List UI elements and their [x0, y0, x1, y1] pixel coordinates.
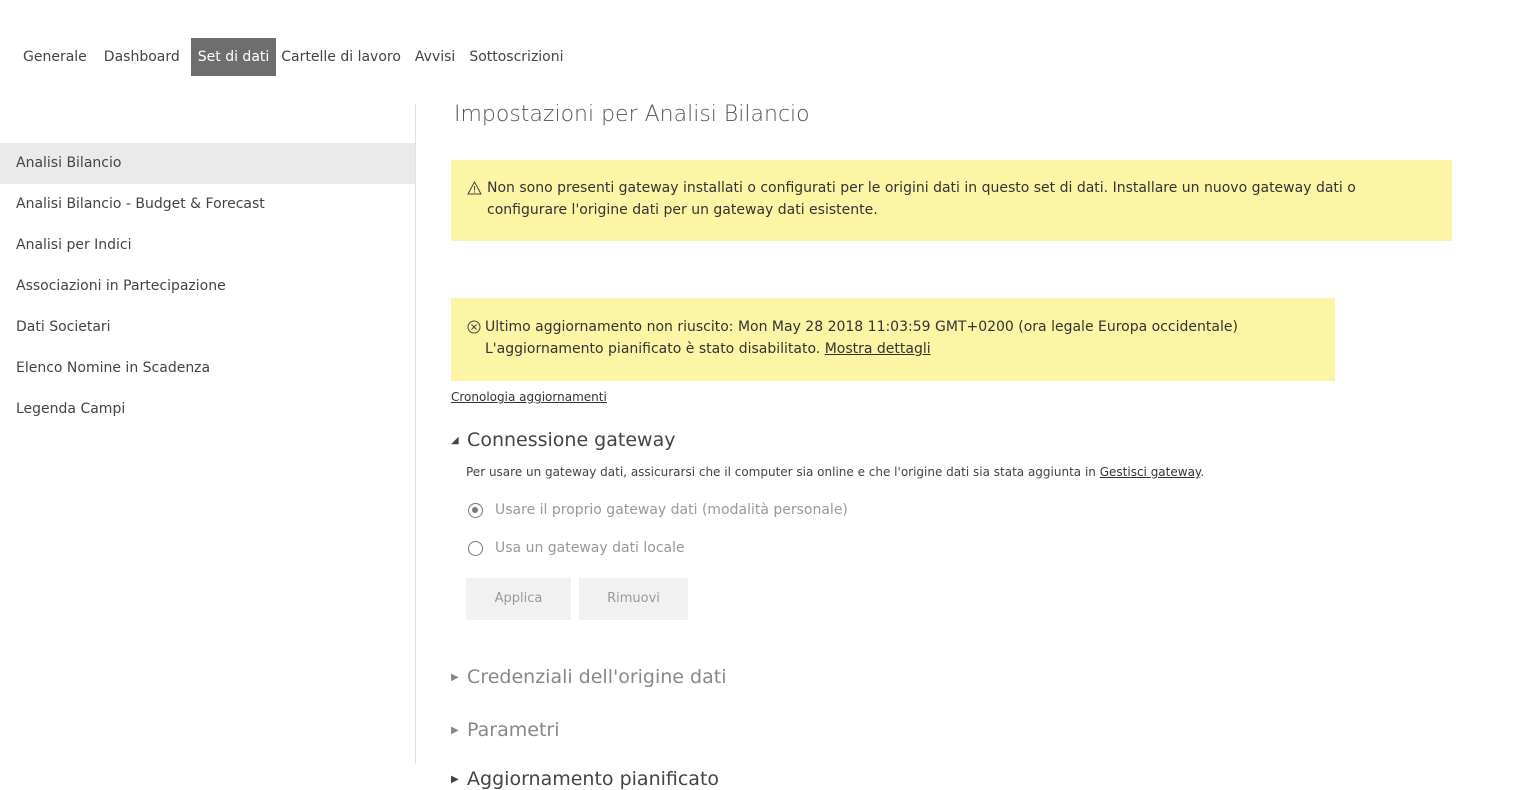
- collapsed-triangle-icon: ▶: [451, 725, 459, 736]
- sidebar-item-elenco-nomine[interactable]: Elenco Nomine in Scadenza: [0, 348, 415, 389]
- apply-button[interactable]: Applica: [466, 578, 571, 620]
- error-line-2-text: L'aggiornamento pianificato è stato disa…: [485, 341, 821, 357]
- refresh-error-banner: Ultimo aggiornamento non riuscito: Mon M…: [451, 298, 1335, 381]
- sidebar-item-budget-forecast[interactable]: Analisi Bilancio - Budget & Forecast: [0, 184, 415, 225]
- vertical-divider: [415, 104, 416, 764]
- gateway-section-title: Connessione gateway: [467, 429, 676, 451]
- parameters-section-title: Parametri: [467, 719, 560, 741]
- manage-gateways-link[interactable]: Gestisci gateway: [1100, 465, 1201, 479]
- gateway-section-header[interactable]: ◢ Connessione gateway: [451, 429, 675, 451]
- error-line-2: L'aggiornamento pianificato è stato disa…: [485, 338, 1238, 360]
- dataset-settings-panel: Impostazioni per Analisi Bilancio Non so…: [451, 0, 1511, 790]
- remove-button[interactable]: Rimuovi: [579, 578, 688, 620]
- scheduled-refresh-section-header[interactable]: ▶ Aggiornamento pianificato: [451, 768, 719, 790]
- gateway-description: Per usare un gateway dati, assicurarsi c…: [466, 465, 1204, 479]
- tab-dashboard[interactable]: Dashboard: [97, 38, 187, 76]
- credentials-section-title: Credenziali dell'origine dati: [467, 666, 727, 688]
- tab-cartelle-di-lavoro[interactable]: Cartelle di lavoro: [274, 38, 408, 76]
- expanded-triangle-icon: ◢: [451, 435, 459, 446]
- error-line-1: Ultimo aggiornamento non riuscito: Mon M…: [485, 319, 1238, 335]
- radio-local-gateway-label: Usa un gateway dati locale: [495, 540, 685, 556]
- credentials-section-header[interactable]: ▶ Credenziali dell'origine dati: [451, 666, 726, 688]
- radio-checked-icon[interactable]: [468, 502, 483, 518]
- radio-unchecked-icon[interactable]: [468, 540, 483, 556]
- sidebar-item-analisi-per-indici[interactable]: Analisi per Indici: [0, 225, 415, 266]
- tab-generale[interactable]: Generale: [16, 38, 94, 76]
- sidebar-item-analisi-bilancio[interactable]: Analisi Bilancio: [0, 143, 415, 184]
- warning-text: Non sono presenti gateway installati o c…: [487, 180, 1356, 218]
- collapsed-triangle-icon: ▶: [451, 774, 459, 785]
- error-circle-x-icon: [467, 316, 485, 381]
- gateway-description-text: Per usare un gateway dati, assicurarsi c…: [466, 465, 1096, 479]
- sidebar-item-associazioni[interactable]: Associazioni in Partecipazione: [0, 266, 415, 307]
- collapsed-triangle-icon: ▶: [451, 672, 459, 683]
- sidebar-item-dati-societari[interactable]: Dati Societari: [0, 307, 415, 348]
- sidebar-item-legenda-campi[interactable]: Legenda Campi: [0, 389, 415, 430]
- radio-personal-gateway-label: Usare il proprio gateway dati (modalità …: [495, 502, 848, 518]
- show-details-link[interactable]: Mostra dettagli: [825, 341, 931, 357]
- radio-local-gateway[interactable]: Usa un gateway dati locale: [468, 540, 685, 556]
- tab-set-di-dati[interactable]: Set di dati: [190, 38, 277, 76]
- gateway-description-end: .: [1200, 465, 1205, 479]
- warning-banner: Non sono presenti gateway installati o c…: [451, 160, 1452, 241]
- warning-triangle-icon: [467, 177, 487, 241]
- parameters-section-header[interactable]: ▶ Parametri: [451, 719, 560, 741]
- radio-personal-gateway[interactable]: Usare il proprio gateway dati (modalità …: [468, 502, 848, 518]
- refresh-history-link[interactable]: Cronologia aggiornamenti: [451, 390, 607, 404]
- page-title: Impostazioni per Analisi Bilancio: [454, 102, 810, 127]
- error-text-block: Ultimo aggiornamento non riuscito: Mon M…: [485, 316, 1238, 381]
- scheduled-refresh-section-title: Aggiornamento pianificato: [467, 768, 720, 790]
- dataset-list: Analisi Bilancio Analisi Bilancio - Budg…: [0, 143, 415, 430]
